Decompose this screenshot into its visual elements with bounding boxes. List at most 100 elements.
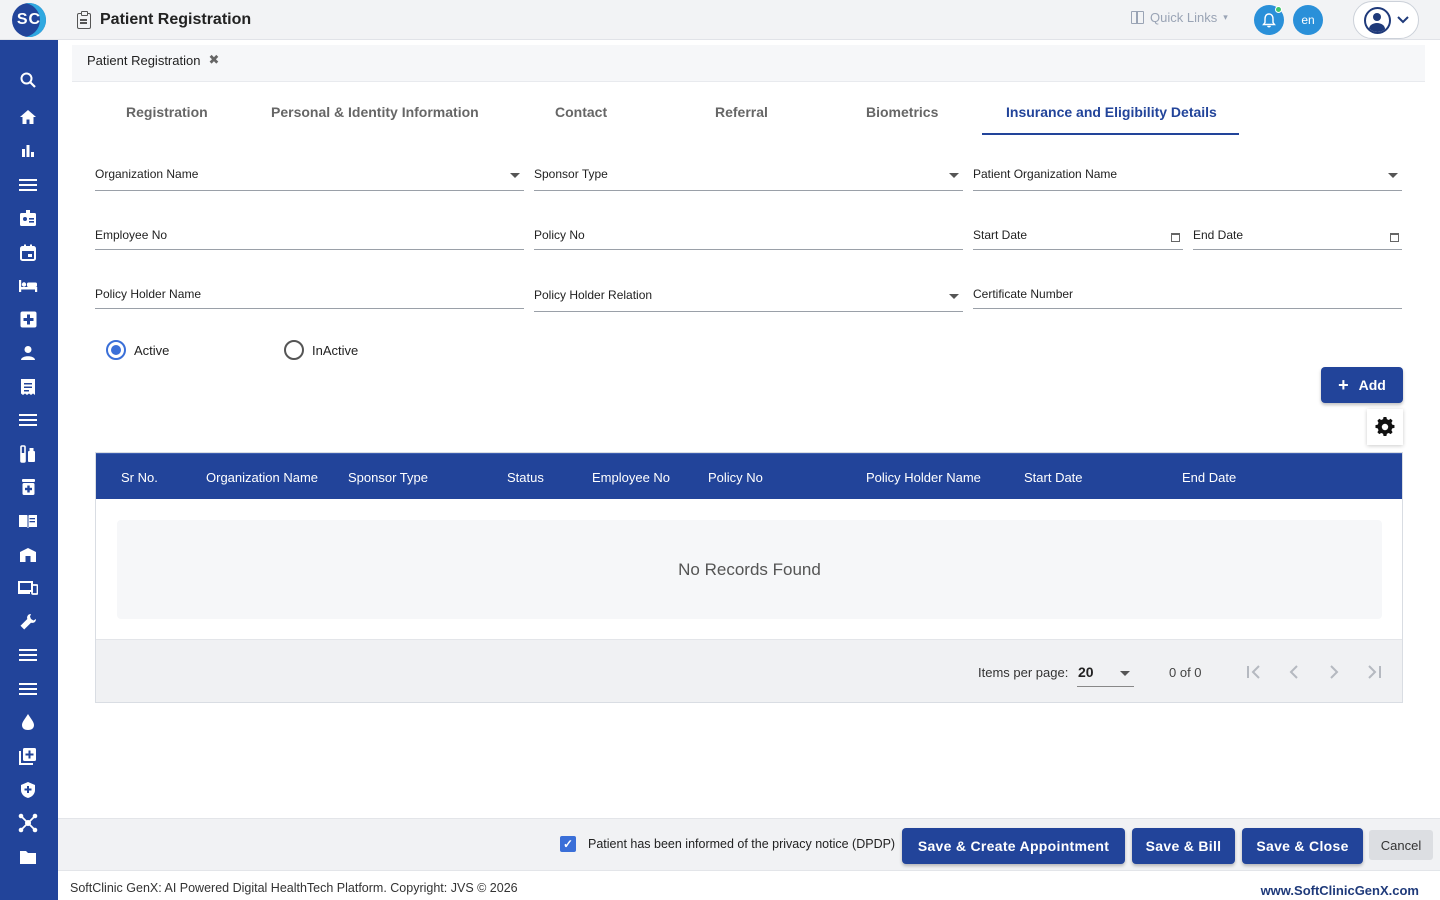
calendar-icon[interactable]	[1390, 233, 1399, 242]
column-header[interactable]: Organization Name	[206, 470, 318, 485]
devices-icon[interactable]	[18, 578, 38, 598]
column-header[interactable]: Sr No.	[121, 470, 158, 485]
column-header[interactable]: Sponsor Type	[348, 470, 428, 485]
badge-icon[interactable]	[18, 208, 38, 228]
user-menu-button[interactable]	[1353, 1, 1419, 39]
dpdp-consent[interactable]: ✓ Patient has been informed of the priva…	[560, 836, 895, 852]
menu-icon[interactable]	[18, 645, 38, 665]
copyright-text: SoftClinic GenX: AI Powered Digital Heal…	[70, 881, 518, 895]
list-icon[interactable]	[18, 410, 38, 430]
bar-chart-icon[interactable]	[18, 141, 38, 161]
tab-referral[interactable]: Referral	[715, 104, 768, 120]
open-tab-patient-registration[interactable]: Patient Registration ✖	[87, 52, 219, 68]
policy-holder-relation-select[interactable]: Policy Holder Relation	[534, 282, 963, 312]
dropdown-arrow-icon	[1388, 173, 1398, 178]
start-date-label: Start Date	[973, 228, 1028, 242]
chevron-down-icon	[1397, 16, 1409, 24]
start-date-input[interactable]: Start Date	[973, 222, 1183, 250]
notifications-button[interactable]	[1254, 5, 1284, 35]
wrench-icon[interactable]	[18, 612, 38, 632]
sidebar	[0, 40, 58, 900]
open-tab-label: Patient Registration	[87, 52, 201, 68]
search-icon[interactable]	[18, 70, 38, 90]
home-icon[interactable]	[18, 107, 38, 127]
policy-holder-relation-label: Policy Holder Relation	[534, 288, 653, 302]
employee-no-input[interactable]: Employee No	[95, 222, 524, 250]
page-title: Patient Registration	[100, 11, 252, 28]
radio-checked-icon[interactable]	[106, 340, 126, 360]
language-button[interactable]: en	[1293, 5, 1323, 35]
sponsor-type-select[interactable]: Sponsor Type	[534, 161, 963, 191]
shield-icon[interactable]	[18, 780, 38, 800]
column-header[interactable]: Policy Holder Name	[866, 470, 981, 485]
pharmacy-icon[interactable]	[18, 477, 38, 497]
book-icon[interactable]	[18, 511, 38, 531]
calendar-icon[interactable]	[1171, 233, 1180, 242]
person-icon[interactable]	[18, 343, 38, 363]
gear-icon	[1375, 417, 1395, 436]
top-header: SC Patient Registration Quick Links ▾ en	[0, 0, 1440, 40]
dropdown-arrow-icon	[510, 173, 520, 178]
clipboard-icon	[77, 11, 91, 29]
status-active-radio[interactable]: Active	[106, 340, 169, 360]
dropdown-arrow-icon	[949, 173, 959, 178]
receipt-icon[interactable]	[18, 377, 38, 397]
sponsor-type-label: Sponsor Type	[534, 167, 608, 181]
network-icon[interactable]	[18, 813, 38, 833]
lab-icon[interactable]	[18, 444, 38, 464]
items-per-page-select[interactable]: 20	[1077, 657, 1134, 687]
website-link[interactable]: www.SoftClinicGenX.com	[1261, 883, 1419, 898]
previous-page-button[interactable]	[1282, 660, 1306, 684]
radio-unchecked-icon[interactable]	[284, 340, 304, 360]
column-header[interactable]: Policy No	[708, 470, 763, 485]
cancel-button[interactable]: Cancel	[1369, 830, 1433, 860]
first-page-button[interactable]	[1242, 660, 1266, 684]
end-date-input[interactable]: End Date	[1193, 222, 1402, 250]
patient-organization-name-label: Patient Organization Name	[973, 167, 1118, 181]
column-header[interactable]: Status	[507, 470, 544, 485]
column-header[interactable]: Start Date	[1024, 470, 1083, 485]
tab-registration[interactable]: Registration	[126, 104, 208, 120]
app-logo[interactable]: SC	[12, 3, 46, 37]
column-header[interactable]: Employee No	[592, 470, 670, 485]
checkbox-checked-icon[interactable]: ✓	[560, 836, 576, 852]
organization-name-select[interactable]: Organization Name	[95, 161, 524, 191]
column-settings-button[interactable]	[1367, 409, 1403, 445]
gift-icon	[1131, 11, 1144, 24]
add-box-icon[interactable]	[18, 746, 38, 766]
certificate-number-input[interactable]: Certificate Number	[973, 281, 1402, 309]
column-header[interactable]: End Date	[1182, 470, 1236, 485]
organization-name-label: Organization Name	[95, 167, 199, 181]
medical-plus-icon[interactable]	[18, 309, 38, 329]
tab-contact[interactable]: Contact	[555, 104, 607, 120]
next-page-button[interactable]	[1322, 660, 1346, 684]
quick-links-menu[interactable]: Quick Links ▾	[1131, 10, 1228, 25]
add-button[interactable]: + Add	[1321, 367, 1403, 403]
tab-biometrics[interactable]: Biometrics	[866, 104, 938, 120]
save-close-button[interactable]: Save & Close	[1242, 828, 1363, 864]
last-page-icon	[1368, 665, 1381, 679]
tab-personal-identity[interactable]: Personal & Identity Information	[271, 104, 479, 120]
folder-icon[interactable]	[18, 847, 38, 867]
menu-icon[interactable]	[18, 175, 38, 195]
table-header: Sr No. Organization Name Sponsor Type St…	[96, 453, 1402, 499]
calendar-icon[interactable]	[18, 242, 38, 262]
policy-holder-name-input[interactable]: Policy Holder Name	[95, 281, 524, 309]
patient-organization-name-select[interactable]: Patient Organization Name	[973, 161, 1402, 191]
copyright-bar: SoftClinic GenX: AI Powered Digital Heal…	[58, 870, 1440, 900]
dropdown-arrow-icon	[949, 294, 959, 299]
tab-insurance-eligibility[interactable]: Insurance and Eligibility Details	[1006, 104, 1217, 120]
menu-icon[interactable]	[18, 679, 38, 699]
items-per-page-label: Items per page:	[978, 665, 1069, 680]
policy-no-input[interactable]: Policy No	[534, 222, 963, 250]
quick-links-label: Quick Links	[1150, 10, 1218, 25]
save-bill-button[interactable]: Save & Bill	[1132, 828, 1235, 864]
save-create-appointment-button[interactable]: Save & Create Appointment	[902, 828, 1125, 864]
plus-icon: +	[1338, 375, 1349, 395]
bed-icon[interactable]	[18, 276, 38, 296]
status-inactive-radio[interactable]: InActive	[284, 340, 358, 360]
last-page-button[interactable]	[1362, 660, 1386, 684]
blood-drop-icon[interactable]	[18, 712, 38, 732]
close-icon[interactable]: ✖	[208, 52, 219, 68]
building-icon[interactable]	[18, 545, 38, 565]
